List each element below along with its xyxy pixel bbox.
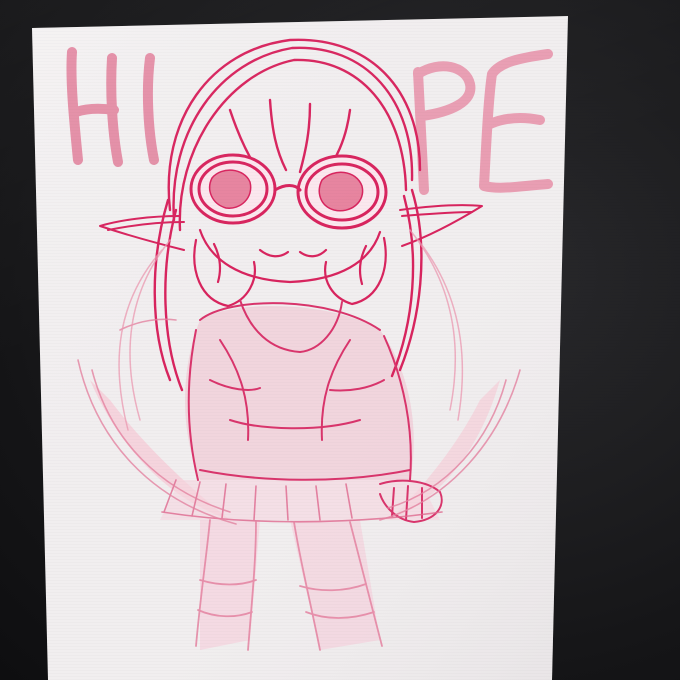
sketch-canvas — [32, 16, 568, 680]
sweater-shading — [185, 306, 414, 480]
photo-of-monitor — [0, 0, 680, 680]
